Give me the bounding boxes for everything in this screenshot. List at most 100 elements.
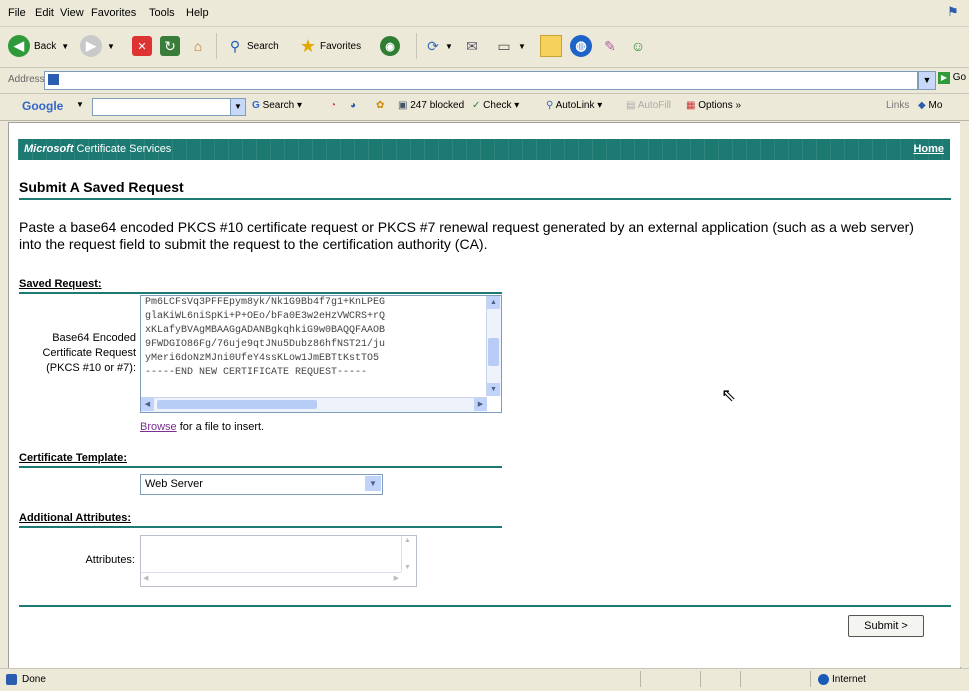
security-zone: Internet	[832, 674, 866, 685]
request-line: -----END NEW CERTIFICATE REQUEST-----	[145, 367, 368, 378]
chevron-down-icon: ▼	[61, 41, 70, 51]
chevron-down-icon[interactable]: ▼	[365, 476, 381, 491]
home-icon: ⌂	[193, 38, 203, 54]
autofill-button[interactable]: ▤ AutoFill	[626, 100, 671, 111]
request-line: Pm6LCFsVq3PFFEpym8yk/Nk1G9Bb4f7g1+KnLPEG	[145, 297, 386, 308]
history-button[interactable]: ⟳ ▼	[416, 33, 453, 59]
page-title: Submit A Saved Request	[19, 179, 184, 195]
mail-icon: ✉	[466, 37, 478, 54]
menu-bar: File Edit View Favorites Tools Help ⚑	[0, 0, 969, 27]
horizontal-scrollbar[interactable]: ◀ ▶	[141, 397, 487, 412]
print-button[interactable]: ▭ ▼	[494, 33, 526, 59]
request-line: xKLafyBVAgMBAAGgADANBgkqhkiG9w0BAQQFAAOB	[145, 325, 386, 336]
discuss-button[interactable]: ◍	[570, 33, 592, 59]
popup-blocker-button[interactable]: ▣ 247 blocked	[398, 100, 464, 111]
vertical-scrollbar[interactable]: ▲ ▼	[401, 536, 416, 572]
scroll-right-icon[interactable]: ▶	[474, 398, 487, 411]
folder-icon	[540, 35, 562, 57]
search-button[interactable]: ⚲ Search	[216, 33, 279, 59]
print-icon: ▭	[497, 37, 511, 54]
google-logo[interactable]: Google	[22, 99, 63, 113]
divider	[740, 671, 741, 687]
menu-tools[interactable]: Tools	[149, 7, 175, 19]
divider	[19, 605, 951, 607]
address-dropdown[interactable]: ▼	[918, 71, 936, 90]
autofill-icon: ▤	[626, 100, 636, 111]
research-icon: ✎	[604, 37, 616, 54]
chevron-down-icon: ▼	[518, 41, 526, 51]
messenger-button[interactable]: ☺	[628, 33, 648, 59]
options-button[interactable]: ▦ Options »	[686, 100, 741, 111]
media-icon: ◉	[380, 36, 400, 56]
media-button[interactable]: ◉	[380, 33, 400, 59]
search-icon: ⚲	[229, 37, 241, 54]
address-label: Address	[8, 74, 45, 85]
page-icon	[48, 74, 59, 85]
scroll-right-icon[interactable]: ▶	[394, 574, 399, 582]
browse-hint: Browse for a file to insert.	[140, 421, 265, 433]
menu-file[interactable]: File	[8, 7, 26, 19]
google-search-button[interactable]: G Search ▾	[252, 100, 302, 111]
stop-button[interactable]: ✕	[132, 33, 152, 59]
scroll-down-icon[interactable]: ▼	[404, 564, 411, 571]
saved-request-textarea[interactable]: Pm6LCFsVq3PFFEpym8yk/Nk1G9Bb4f7g1+KnLPEG…	[140, 295, 502, 413]
scroll-down-icon[interactable]: ▼	[487, 383, 500, 396]
scroll-thumb[interactable]	[157, 400, 317, 409]
scroll-up-icon[interactable]: ▲	[487, 296, 500, 309]
scroll-left-icon[interactable]: ◀	[143, 574, 148, 582]
more-button[interactable]: ◆ Mo	[918, 100, 942, 111]
menu-help[interactable]: Help	[186, 7, 209, 19]
divider	[810, 671, 811, 687]
window-scrollbar[interactable]	[960, 122, 969, 667]
news-icon[interactable]: ◕	[350, 100, 356, 111]
banner-title: Microsoft Certificate Services	[24, 143, 172, 155]
internet-zone-icon	[818, 674, 829, 685]
status-text: Done	[22, 674, 46, 685]
attributes-label: Attributes:	[85, 554, 135, 566]
submit-button[interactable]: Submit >	[848, 615, 924, 637]
scroll-thumb[interactable]	[488, 338, 499, 366]
spell-check-button[interactable]: ✓ Check ▾	[472, 100, 519, 111]
mail-button[interactable]: ✉	[462, 33, 482, 59]
google-search-dropdown[interactable]: ▼	[230, 98, 246, 116]
favorites-button[interactable]: ★ Favorites	[298, 33, 361, 59]
vertical-scrollbar[interactable]: ▲ ▼	[486, 296, 501, 396]
chevron-down-icon: ▼	[445, 41, 453, 51]
menu-view[interactable]: View	[60, 7, 84, 19]
links-button[interactable]: Links	[886, 100, 909, 111]
home-button[interactable]: ⌂	[188, 33, 208, 59]
address-input[interactable]	[44, 71, 918, 90]
status-bar: Done Internet	[0, 668, 969, 691]
forward-arrow-icon: ▶	[80, 35, 102, 57]
scroll-up-icon[interactable]: ▲	[404, 537, 411, 544]
attributes-textarea[interactable]: ▲ ▼ ◀ ▶	[140, 535, 417, 587]
refresh-button[interactable]: ↻	[160, 33, 180, 59]
highlight-icon[interactable]: ✿	[376, 100, 384, 111]
autolink-button[interactable]: ⚲ AutoLink ▾	[546, 100, 602, 111]
menu-favorites[interactable]: Favorites	[91, 7, 136, 19]
browse-link[interactable]: Browse	[140, 421, 177, 433]
windows-flag-icon: ⚑	[947, 4, 959, 19]
selected-template: Web Server	[145, 478, 203, 490]
research-button[interactable]: ✎	[600, 33, 620, 59]
back-button[interactable]: ◀ Back ▼	[8, 33, 69, 59]
horizontal-scrollbar[interactable]: ◀ ▶	[141, 572, 401, 586]
header-banner: Microsoft Certificate Services Home	[18, 139, 950, 160]
menu-edit[interactable]: Edit	[35, 7, 54, 19]
globe-icon: ◍	[570, 35, 592, 57]
go-button[interactable]: ▶ Go	[938, 72, 966, 84]
page-content: Microsoft Certificate Services Home Subm…	[8, 122, 961, 669]
star-icon: ★	[299, 35, 317, 56]
pagerank-icon[interactable]: ◔	[330, 100, 336, 111]
google-toolbar: Google ▼ ▼ G Search ▾ ◔ ◕ ✿ ▣ 247 blocke…	[0, 94, 969, 121]
refresh-icon: ↻	[160, 36, 180, 56]
spell-check-icon: ✓	[472, 100, 481, 111]
certificate-template-select[interactable]: Web Server ▼	[140, 474, 383, 495]
forward-button[interactable]: ▶ ▼	[80, 33, 115, 59]
chevron-down-icon[interactable]: ▼	[76, 100, 84, 109]
edit-button[interactable]	[540, 33, 562, 59]
scroll-left-icon[interactable]: ◀	[141, 398, 154, 411]
google-search-input[interactable]	[92, 98, 232, 116]
divider	[19, 526, 502, 528]
home-link[interactable]: Home	[913, 143, 944, 155]
